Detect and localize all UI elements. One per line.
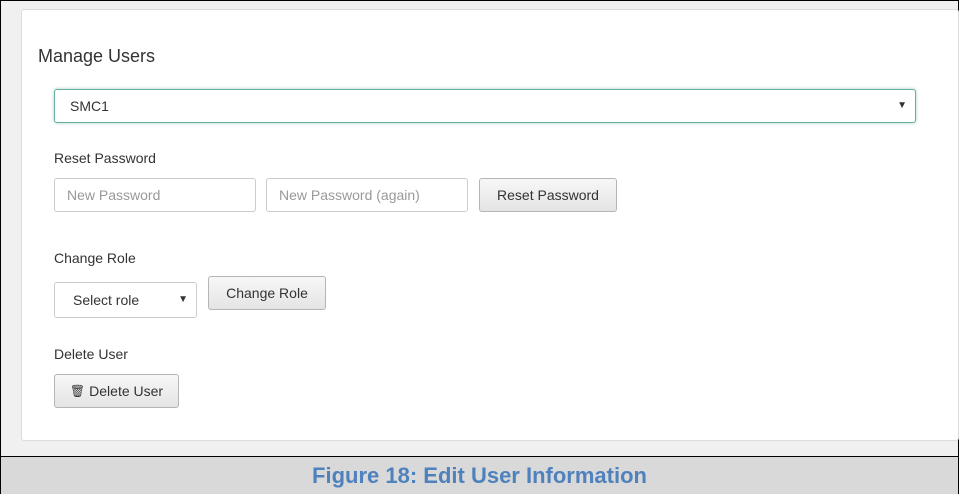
reset-password-label: Reset Password <box>54 150 156 166</box>
new-password-input[interactable] <box>54 178 256 212</box>
role-select[interactable]: Select role ▼ <box>54 282 197 318</box>
chevron-down-icon: ▼ <box>897 100 907 111</box>
trash-icon: 🗑 <box>69 384 86 398</box>
delete-user-button[interactable]: 🗑 Delete User <box>54 374 179 408</box>
page-title: Manage Users <box>38 46 156 66</box>
manage-users-panel: Manage Users SMC1 ▼ Reset Password Reset… <box>21 9 959 441</box>
user-select-value: SMC1 <box>70 98 109 114</box>
reset-password-button[interactable]: Reset Password <box>479 178 617 212</box>
chevron-down-icon: ▼ <box>178 294 188 305</box>
role-select-value: Select role <box>73 292 140 308</box>
figure-frame: Manage Users SMC1 ▼ Reset Password Reset… <box>0 0 959 494</box>
new-password-again-input[interactable] <box>266 178 468 212</box>
change-role-label: Change Role <box>54 250 136 266</box>
user-select[interactable]: SMC1 ▼ <box>54 89 916 123</box>
change-role-button[interactable]: Change Role <box>208 276 326 310</box>
delete-user-label: Delete User <box>54 346 128 362</box>
figure-caption: Figure 18: Edit User Information <box>312 463 647 488</box>
delete-user-button-label: Delete User <box>89 383 164 399</box>
